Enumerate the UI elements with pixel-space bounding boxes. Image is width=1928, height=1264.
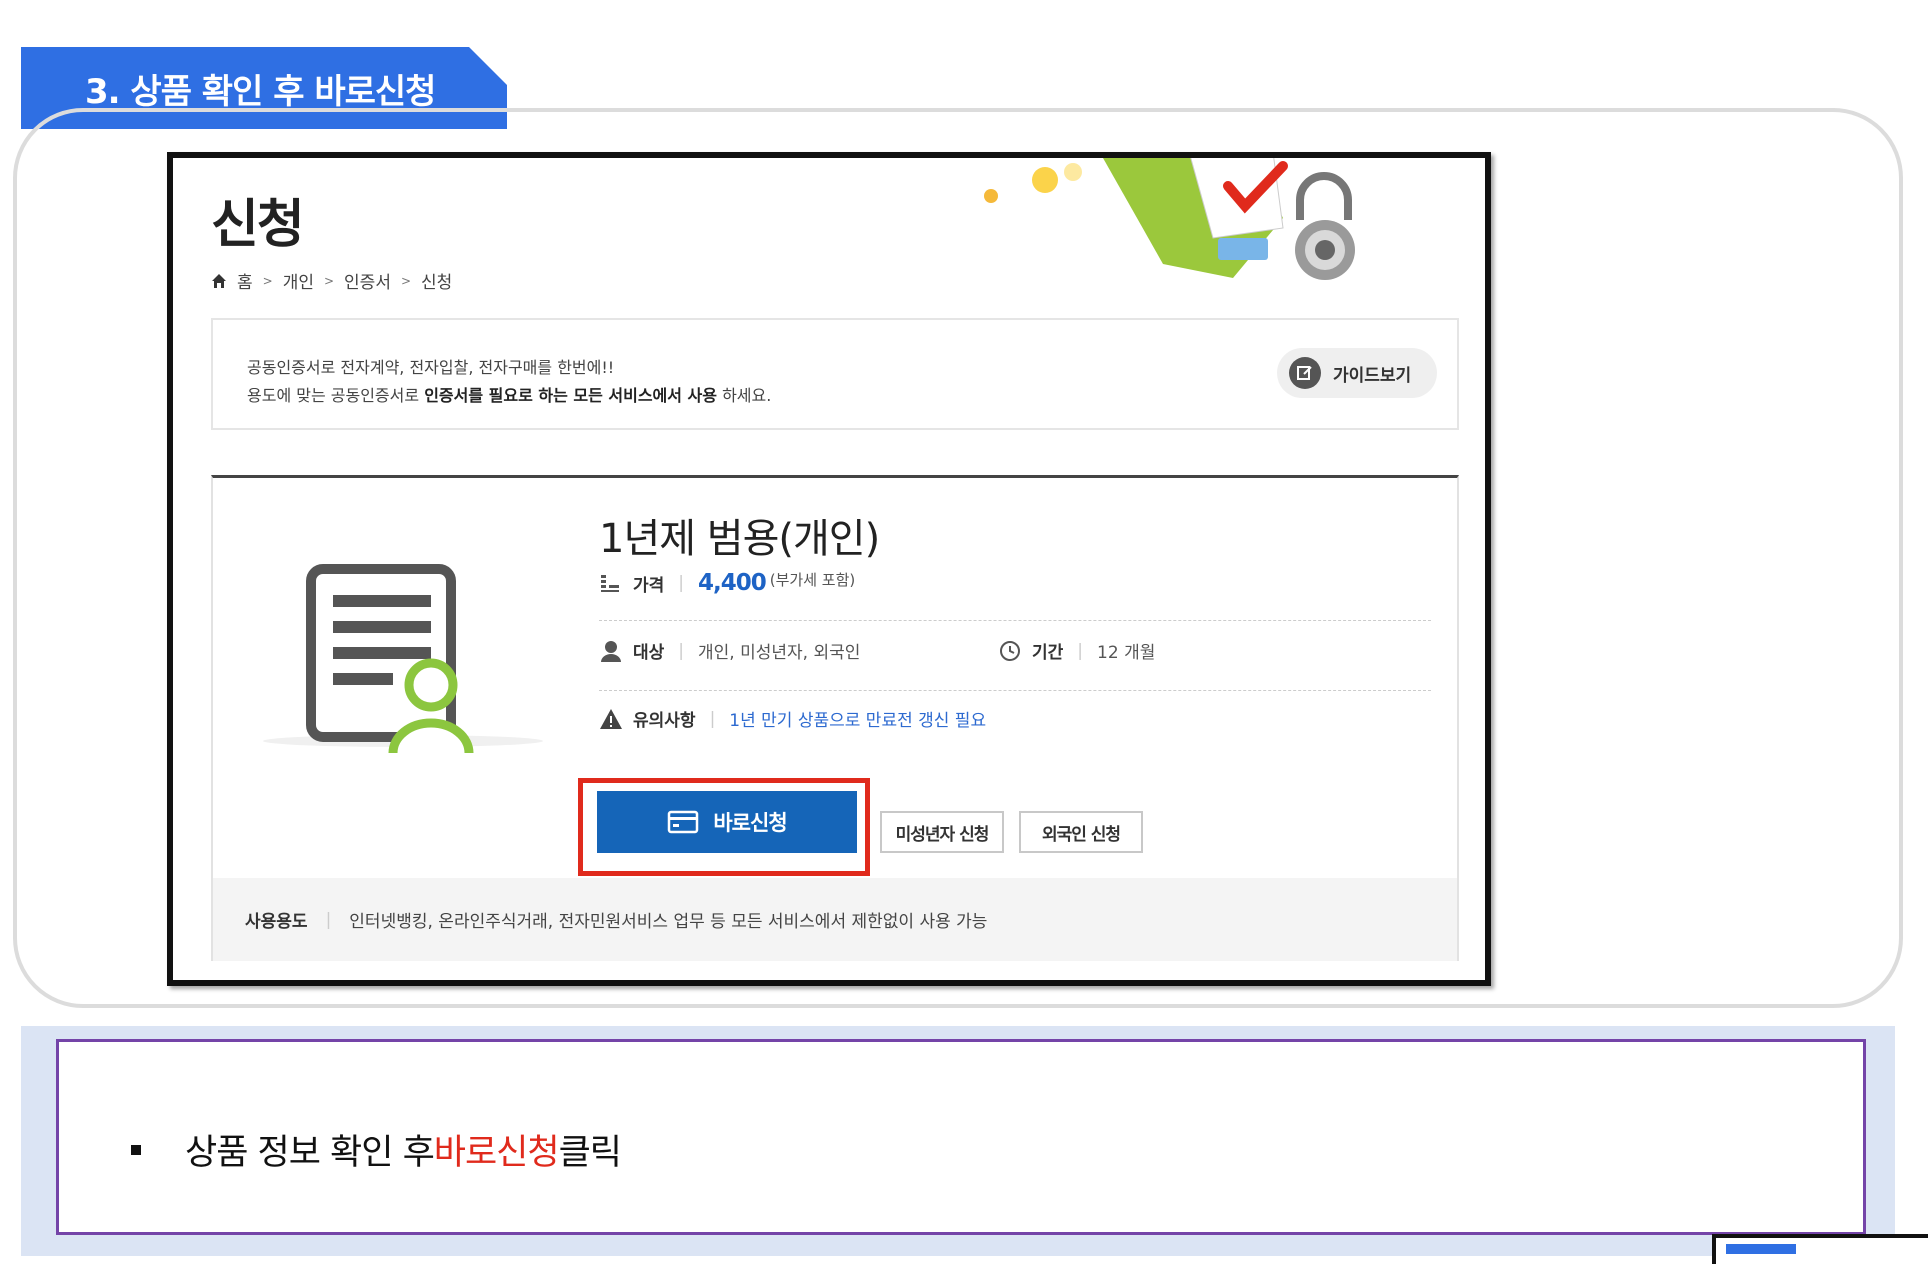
price-chart-icon bbox=[601, 575, 619, 592]
apply-now-label: 바로신청 bbox=[713, 811, 787, 835]
target-label: 대상 bbox=[633, 643, 665, 663]
period-value: 12 개월 bbox=[1097, 643, 1156, 663]
breadcrumb-personal[interactable]: 개인 bbox=[283, 268, 314, 293]
caution-label: 유의사항 bbox=[633, 711, 696, 731]
minor-apply-button[interactable]: 미성년자 신청 bbox=[880, 811, 1004, 853]
caution-row: 유의사항 | 1년 만기 상품으로 만료전 갱신 필요 bbox=[599, 706, 1429, 731]
breadcrumb-certificate[interactable]: 인증서 bbox=[344, 268, 391, 293]
notice-line-1: 공동인증서로 전자계약, 전자입찰, 전자구매를 한번에!! bbox=[247, 358, 615, 377]
person-icon bbox=[601, 640, 621, 662]
price-value: 4,400 bbox=[698, 570, 767, 596]
usage-bar: 사용용도 | 인터넷뱅킹, 온라인주식거래, 전자민원서비스 업무 등 모든 서… bbox=[213, 878, 1457, 961]
foreigner-apply-button[interactable]: 외국인 신청 bbox=[1019, 811, 1143, 853]
page-title: 신청 bbox=[211, 195, 305, 255]
period-label: 기간 bbox=[1032, 643, 1064, 663]
certificate-user-icon bbox=[263, 564, 543, 754]
bullet-icon bbox=[131, 1144, 141, 1155]
breadcrumb-separator-icon: > bbox=[323, 273, 335, 288]
divider bbox=[599, 690, 1431, 691]
next-slide-thumbnail[interactable] bbox=[1712, 1234, 1928, 1264]
vat-note: (부가세 포함) bbox=[769, 570, 856, 589]
target-value: 개인, 미성년자, 외국인 bbox=[698, 643, 861, 663]
home-icon[interactable] bbox=[211, 273, 227, 289]
usage-label: 사용용도 bbox=[245, 912, 308, 932]
step-title: 3. 상품 확인 후 바로신청 bbox=[85, 71, 436, 112]
price-label: 가격 bbox=[633, 575, 665, 596]
notice-box: 공동인증서로 전자계약, 전자입찰, 전자구매를 한번에!! 용도에 맞는 공동… bbox=[211, 318, 1459, 430]
breadcrumb: 홈 > 개인 > 인증서 > 신청 bbox=[211, 268, 452, 293]
certificate-lock-illustration bbox=[984, 158, 1355, 280]
apply-now-button[interactable]: 바로신청 bbox=[597, 791, 857, 853]
breadcrumb-apply: 신청 bbox=[421, 273, 453, 293]
product-name: 1년제 범용(개인) bbox=[599, 516, 880, 562]
breadcrumb-separator-icon: > bbox=[262, 273, 273, 288]
breadcrumb-home[interactable]: 홈 bbox=[237, 268, 253, 293]
caution-value: 1년 만기 상품으로 만료전 갱신 필요 bbox=[729, 711, 987, 731]
instruction-text: 상품 정보 확인 후 바로신청 클릭 bbox=[131, 1124, 622, 1175]
instruction-box: 상품 정보 확인 후 바로신청 클릭 bbox=[56, 1039, 1866, 1235]
card-icon bbox=[668, 810, 699, 834]
guide-button-label: 가이드보기 bbox=[1333, 365, 1412, 386]
guide-button[interactable]: 가이드보기 bbox=[1277, 348, 1437, 398]
warning-icon bbox=[600, 708, 622, 729]
breadcrumb-separator-icon: > bbox=[400, 273, 412, 288]
guide-edit-icon bbox=[1289, 357, 1321, 389]
web-screenshot: 신청 홈 > 개인 > 인증서 > 신청 공동인증서로 전자계약, 전자입찰, … bbox=[167, 152, 1491, 986]
price-row: 가격 | 4,400 (부가세 포함) bbox=[599, 570, 1429, 596]
clock-icon bbox=[1000, 640, 1021, 661]
product-card: 1년제 범용(개인) 가격 | 4,400 (부가세 포함) 대상 | 개인, … bbox=[211, 475, 1459, 961]
divider bbox=[599, 620, 1431, 621]
notice-line-2: 용도에 맞는 공동인증서로 인증서를 필요로 하는 모든 서비스에서 사용 하세… bbox=[247, 386, 772, 405]
usage-value: 인터넷뱅킹, 온라인주식거래, 전자민원서비스 업무 등 모든 서비스에서 제한… bbox=[349, 912, 988, 932]
target-period-row: 대상 | 개인, 미성년자, 외국인 기간 | 12 개월 bbox=[599, 638, 1429, 663]
